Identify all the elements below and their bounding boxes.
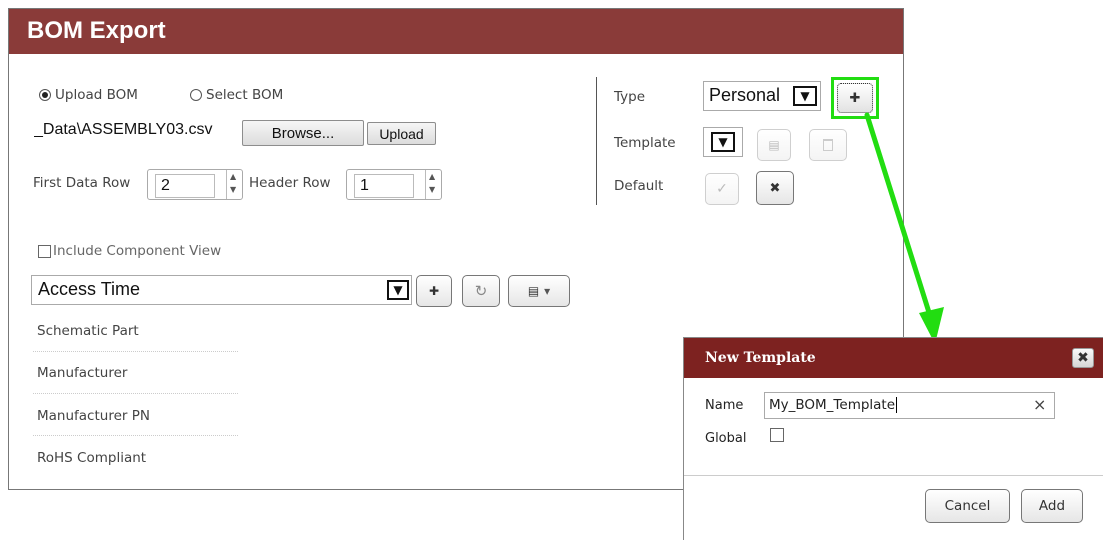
sync-columns-button[interactable]: ↻ [462, 275, 500, 307]
template-select[interactable]: ▼ [703, 127, 743, 157]
name-label: Name [705, 398, 744, 413]
first-data-row-input[interactable]: 2 [155, 174, 215, 198]
chevron-down-icon[interactable]: ▼ [387, 280, 409, 300]
spin-up-icon[interactable]: ▲ [429, 172, 435, 181]
template-label: Template [614, 135, 676, 151]
select-bom-label: Select BOM [206, 87, 284, 103]
clear-input-icon[interactable]: × [1033, 395, 1046, 414]
include-component-view-checkbox[interactable] [38, 245, 51, 258]
trash-icon [823, 139, 833, 151]
select-bom-radio[interactable] [190, 89, 202, 101]
add-button[interactable]: Add [1021, 489, 1083, 523]
dialog-close-button[interactable]: ✖ [1072, 348, 1094, 368]
type-select-value: Personal [709, 85, 781, 105]
upload-bom-radio[interactable] [39, 89, 51, 101]
caret-down-icon: ▾ [544, 284, 551, 298]
save-template-button[interactable]: ▤ [757, 129, 791, 161]
plus-icon: ✚ [849, 90, 861, 106]
browse-button[interactable]: Browse... [242, 120, 364, 146]
callout-arrow [864, 112, 944, 344]
set-default-button[interactable]: ✓ [705, 173, 739, 205]
spin-down-icon[interactable]: ▼ [429, 185, 435, 194]
dialog-footer-divider [684, 475, 1103, 476]
upload-button[interactable]: Upload [367, 122, 436, 145]
chevron-down-icon[interactable]: ▼ [793, 86, 817, 106]
default-label: Default [614, 178, 664, 194]
field-item[interactable]: Manufacturer PN [37, 408, 150, 424]
clear-default-button[interactable]: ✖ [756, 171, 794, 205]
delete-template-button[interactable] [809, 129, 847, 161]
plus-icon: ✚ [428, 284, 440, 298]
close-icon: ✖ [1077, 350, 1089, 366]
spin-down-icon[interactable]: ▼ [230, 185, 236, 194]
template-name-value: My_BOM_Template [769, 397, 898, 413]
header-row-spinner[interactable]: ▲ ▼ [425, 170, 441, 199]
type-label: Type [614, 89, 646, 105]
field-item[interactable]: RoHS Compliant [37, 450, 146, 466]
bom-export-title: BOM Export [27, 17, 166, 44]
add-template-button[interactable]: ✚ [837, 83, 873, 113]
new-template-dialog: New Template ✖ Name My_BOM_Template × Gl… [683, 337, 1103, 540]
column-select[interactable]: Access Time ▼ [31, 275, 412, 305]
save-dropdown-button[interactable]: ▤ ▾ [508, 275, 570, 307]
callout-arrow-line [864, 112, 935, 325]
global-label: Global [705, 431, 747, 446]
refresh-icon: ↻ [474, 282, 488, 300]
spin-up-icon[interactable]: ▲ [230, 172, 236, 181]
type-select[interactable]: Personal ▼ [703, 81, 821, 111]
include-component-view-label: Include Component View [53, 243, 222, 259]
first-data-row-spinner[interactable]: ▲ ▼ [226, 170, 242, 199]
chevron-down-icon[interactable]: ▼ [711, 132, 735, 152]
save-icon: ▤ [768, 138, 780, 152]
upload-bom-label: Upload BOM [55, 87, 138, 103]
header-row-input[interactable]: 1 [354, 174, 414, 198]
field-item[interactable]: Manufacturer [37, 365, 127, 381]
field-separator [33, 351, 238, 352]
add-column-button[interactable]: ✚ [416, 275, 452, 307]
close-icon: ✖ [769, 180, 781, 196]
first-data-row-stepper[interactable]: 2 ▲ ▼ [147, 169, 243, 200]
header-row-stepper[interactable]: 1 ▲ ▼ [346, 169, 442, 200]
dialog-titlebar: New Template ✖ [684, 338, 1103, 378]
template-name-input[interactable]: My_BOM_Template × [764, 392, 1055, 419]
cancel-button[interactable]: Cancel [925, 489, 1010, 523]
first-data-row-label: First Data Row [33, 175, 131, 191]
section-divider [596, 77, 597, 205]
check-icon: ✓ [716, 181, 728, 197]
header-row-label: Header Row [249, 175, 331, 191]
field-separator [33, 435, 238, 436]
global-checkbox[interactable] [770, 428, 784, 442]
field-item[interactable]: Schematic Part [37, 323, 139, 339]
save-icon: ▤ [527, 284, 540, 298]
bom-export-titlebar: BOM Export [9, 9, 903, 54]
column-select-value: Access Time [38, 279, 141, 299]
file-name-display: _Data\ASSEMBLY03.csv [34, 121, 213, 138]
field-separator [33, 393, 238, 394]
dialog-title: New Template [705, 350, 816, 366]
